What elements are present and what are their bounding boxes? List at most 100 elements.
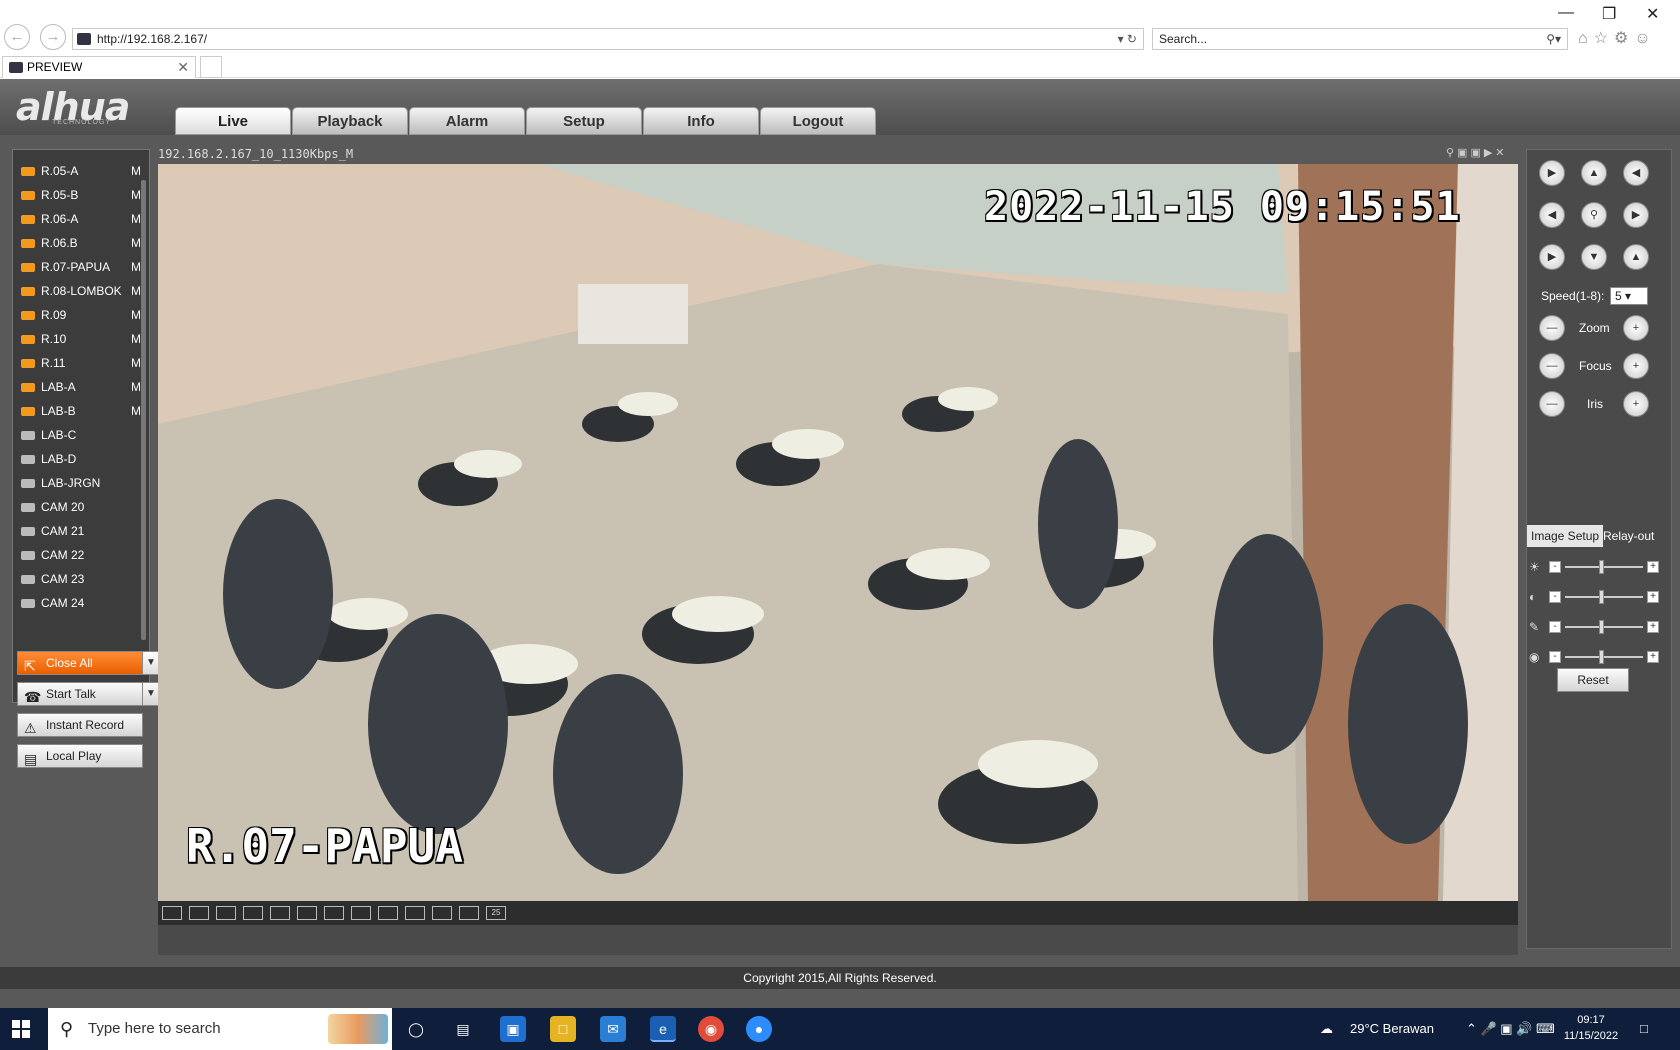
hue-minus[interactable]: -	[1549, 651, 1561, 663]
new-tab-button[interactable]	[200, 56, 222, 78]
task-view-icon[interactable]: ▤	[450, 1016, 476, 1042]
store-icon[interactable]: ▣	[500, 1016, 526, 1042]
tab-logout[interactable]: Logout	[760, 107, 876, 135]
contrast-plus[interactable]: +	[1647, 591, 1659, 603]
camera-item[interactable]: LAB-B M	[19, 400, 143, 422]
saturation-minus[interactable]: -	[1549, 621, 1561, 633]
close-all-button[interactable]: ⇱ Close All ▼	[17, 651, 160, 675]
layout-expand-icon[interactable]	[216, 906, 236, 920]
hue-knob[interactable]	[1599, 650, 1604, 664]
focus-plus-icon[interactable]: +	[1623, 353, 1649, 379]
windows-start-icon[interactable]	[12, 1020, 30, 1038]
camera-stream-mode[interactable]: M	[131, 232, 141, 254]
brightness-knob[interactable]	[1599, 560, 1604, 574]
focus-minus-icon[interactable]: —	[1539, 353, 1565, 379]
mail-icon[interactable]: ✉	[600, 1016, 626, 1042]
close-tab-icon[interactable]: ✕	[177, 57, 189, 77]
saturation-slider[interactable]: ✎ - +	[1529, 618, 1669, 636]
browser-toolbar-icons[interactable]: ⌂☆⚙☺	[1578, 28, 1657, 48]
layout-6-icon[interactable]	[324, 906, 344, 920]
camera-item[interactable]: R.06.B M	[19, 232, 143, 254]
camera-item[interactable]: R.07-PAPUA M	[19, 256, 143, 278]
speed-select[interactable]: 5 ▾	[1610, 287, 1648, 305]
ptz-right-icon[interactable]: ▶	[1623, 202, 1649, 228]
brightness-minus[interactable]: -	[1549, 561, 1561, 573]
camera-item[interactable]: CAM 23	[19, 568, 143, 590]
ptz-up-icon[interactable]: ▲	[1581, 160, 1607, 186]
back-button[interactable]: ←	[4, 24, 30, 50]
tab-alarm[interactable]: Alarm	[409, 107, 525, 135]
camera-item[interactable]: R.10 M	[19, 328, 143, 350]
camera-stream-mode[interactable]: M	[131, 256, 141, 278]
layout-16-icon[interactable]	[432, 906, 452, 920]
saturation-plus[interactable]: +	[1647, 621, 1659, 633]
camera-item[interactable]: LAB-D	[19, 448, 143, 470]
local-play-button[interactable]: ▤ Local Play	[17, 744, 143, 768]
brightness-plus[interactable]: +	[1647, 561, 1659, 573]
address-bar[interactable]: http://192.168.2.167/ ▾ ↻	[72, 28, 1144, 50]
instant-record-button[interactable]: ⚠ Instant Record	[17, 713, 143, 737]
camera-stream-mode[interactable]: M	[131, 352, 141, 374]
layout-fit-icon[interactable]	[189, 906, 209, 920]
brightness-slider[interactable]: ☀ - +	[1529, 558, 1669, 576]
camera-item[interactable]: LAB-A M	[19, 376, 143, 398]
tab-setup[interactable]: Setup	[526, 107, 642, 135]
camera-item[interactable]: R.09 M	[19, 304, 143, 326]
refresh-icon[interactable]: ▾ ↻	[1118, 29, 1137, 49]
search-icon[interactable]: ⚲▾	[1546, 29, 1561, 49]
tab-relay-out[interactable]: Relay-out	[1599, 525, 1658, 547]
zoom-in-icon[interactable]: +	[1623, 315, 1649, 341]
camera-item[interactable]: CAM 21	[19, 520, 143, 542]
start-talk-button[interactable]: ☎ Start Talk ▼	[17, 682, 160, 706]
contrast-slider[interactable]: ◐ - +	[1529, 588, 1669, 606]
tab-image-setup[interactable]: Image Setup	[1527, 525, 1604, 547]
camera-item[interactable]: R.06-A M	[19, 208, 143, 230]
layout-13-icon[interactable]	[405, 906, 425, 920]
iris-plus-icon[interactable]: +	[1623, 391, 1649, 417]
layout-20-icon[interactable]	[459, 906, 479, 920]
tab-live[interactable]: Live	[175, 107, 291, 135]
restore-icon[interactable]: ❐	[1602, 4, 1616, 24]
contrast-minus[interactable]: -	[1549, 591, 1561, 603]
hue-slider[interactable]: ◉ - +	[1529, 648, 1669, 666]
cortana-icon[interactable]: ◯	[403, 1016, 429, 1042]
camera-stream-mode[interactable]: M	[131, 376, 141, 398]
zoom-out-icon[interactable]: —	[1539, 315, 1565, 341]
camera-stream-mode[interactable]: M	[131, 184, 141, 206]
camera-stream-mode[interactable]: M	[131, 328, 141, 350]
zoom-app-icon[interactable]: ●	[746, 1016, 772, 1042]
camera-item[interactable]: CAM 24	[19, 592, 143, 614]
camera-item[interactable]: CAM 22	[19, 544, 143, 566]
layout-9-icon[interactable]	[378, 906, 398, 920]
clock[interactable]: 09:17 11/15/2022	[1556, 1012, 1626, 1044]
layout-full-icon[interactable]	[162, 906, 182, 920]
browser-tab[interactable]: PREVIEW ✕	[2, 56, 196, 78]
reset-button[interactable]: Reset	[1557, 668, 1629, 692]
camera-item[interactable]: R.05-A M	[19, 160, 143, 182]
ptz-center-zoom-icon[interactable]: ⚲	[1581, 202, 1607, 228]
forward-button[interactable]: →	[40, 24, 66, 50]
layout-single-icon[interactable]	[270, 906, 290, 920]
layout-25-button[interactable]: 25	[486, 906, 506, 920]
iris-minus-icon[interactable]: —	[1539, 391, 1565, 417]
ptz-downright-icon[interactable]: ▲	[1623, 244, 1649, 270]
video-window-controls[interactable]: ⚲▣▣▶✕	[1446, 146, 1508, 159]
notifications-icon[interactable]: □	[1640, 1008, 1648, 1050]
camera-item[interactable]: LAB-C	[19, 424, 143, 446]
minimize-icon[interactable]: —	[1558, 4, 1574, 22]
internet-explorer-icon[interactable]: e	[650, 1016, 676, 1042]
camera-item[interactable]: R.08-LOMBOK M	[19, 280, 143, 302]
file-explorer-icon[interactable]: □	[550, 1016, 576, 1042]
camera-stream-mode[interactable]: M	[131, 304, 141, 326]
close-window-icon[interactable]: ✕	[1646, 4, 1659, 24]
layout-8-icon[interactable]	[351, 906, 371, 920]
browser-search-input[interactable]: Search... ⚲▾	[1152, 28, 1568, 50]
ptz-upright-icon[interactable]: ◀	[1623, 160, 1649, 186]
camera-item[interactable]: CAM 20	[19, 496, 143, 518]
chrome-icon[interactable]: ◉	[698, 1016, 724, 1042]
layout-4-icon[interactable]	[297, 906, 317, 920]
layout-1-icon[interactable]	[243, 906, 263, 920]
ptz-downleft-icon[interactable]: ▶	[1539, 244, 1565, 270]
camera-item[interactable]: R.11 M	[19, 352, 143, 374]
camera-item[interactable]: R.05-B M	[19, 184, 143, 206]
